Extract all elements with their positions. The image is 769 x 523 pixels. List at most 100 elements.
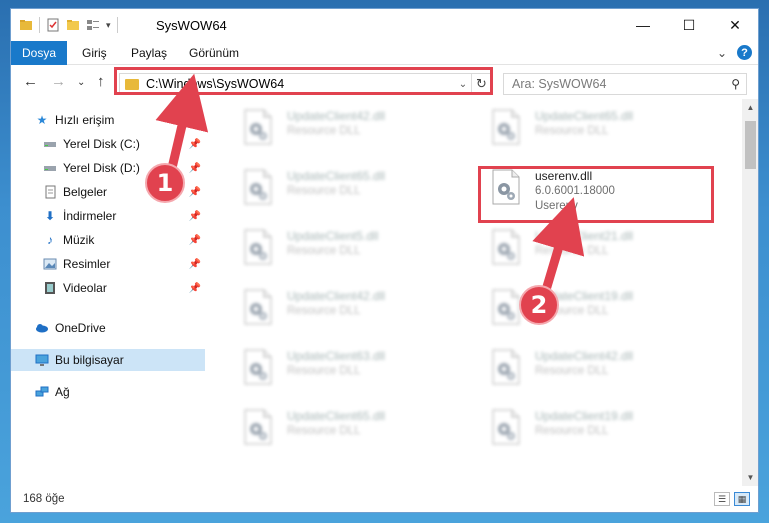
ribbon-right-controls: ⌄ ? — [717, 45, 752, 60]
sidebar-item-this-pc[interactable]: Bu bilgisayar — [11, 349, 205, 371]
sidebar-item-label: Yerel Disk (C:) — [63, 137, 140, 151]
computer-icon — [35, 354, 49, 366]
item-count: 168 öğe — [23, 493, 65, 505]
file-description: Resource DLL — [287, 305, 361, 317]
sidebar-item-downloads[interactable]: ⬇ İndirmeler 📌 — [11, 205, 205, 227]
file-description: Resource DLL — [287, 425, 361, 437]
network-icon — [35, 386, 49, 397]
ribbon-tabs: Dosya Giriş Paylaş Görünüm ⌄ ? — [11, 41, 758, 65]
file-item[interactable]: UpdateClient42.dll Resource DLL — [217, 103, 453, 153]
details-view-button[interactable]: ☰ — [714, 492, 730, 506]
dll-file-icon — [243, 169, 273, 205]
sidebar-item-label: Yerel Disk (D:) — [63, 161, 140, 175]
tab-home[interactable]: Giriş — [82, 46, 107, 60]
title-bar: ▾ SysWOW64 — ☐ ✕ — [11, 9, 758, 41]
dll-file-icon — [491, 289, 521, 325]
file-item[interactable]: UpdateClient19.dll Resource DLL — [465, 283, 701, 333]
file-name: UpdateClient63.dll — [287, 349, 386, 363]
file-item[interactable]: UpdateClient63.dll Resource DLL — [217, 343, 453, 393]
sidebar-item-label: Hızlı erişim — [55, 113, 115, 127]
sidebar-item-pictures[interactable]: Resimler 📌 — [11, 253, 205, 275]
search-icon: ⚲ — [731, 77, 740, 91]
properties-icon[interactable] — [46, 18, 60, 32]
scroll-down-button[interactable]: ▼ — [742, 469, 758, 486]
file-description: Resource DLL — [535, 365, 609, 377]
search-input[interactable]: Ara: SysWOW64 ⚲ — [503, 73, 747, 95]
dll-file-icon — [243, 409, 273, 445]
scroll-up-button[interactable]: ▲ — [742, 99, 758, 116]
cloud-icon — [36, 324, 48, 333]
file-item[interactable]: UpdateClient65.dll Resource DLL — [217, 403, 453, 453]
file-name: UpdateClient42.dll — [287, 109, 386, 123]
tab-view[interactable]: Görünüm — [189, 46, 239, 60]
pin-icon[interactable]: 📌 — [189, 211, 201, 222]
file-item[interactable]: UpdateClient21.dll Resource DLL — [465, 223, 701, 273]
close-button[interactable]: ✕ — [712, 9, 758, 41]
file-item[interactable]: UpdateClient65.dll Resource DLL — [217, 163, 453, 213]
pin-icon[interactable]: 📌 — [189, 187, 201, 198]
drive-icon — [44, 142, 56, 147]
step-badge-2: 2 — [519, 285, 559, 325]
file-description: Resource DLL — [535, 245, 609, 257]
tab-share[interactable]: Paylaş — [131, 46, 167, 60]
new-folder-icon[interactable] — [66, 18, 80, 32]
dll-file-icon — [491, 409, 521, 445]
file-description: Resource DLL — [287, 365, 361, 377]
pin-icon[interactable]: 📌 — [189, 163, 201, 174]
file-name: UpdateClient42.dll — [287, 289, 386, 303]
recent-locations-button[interactable]: ⌄ — [77, 77, 85, 88]
star-icon: ★ — [36, 113, 48, 127]
file-name: UpdateClient65.dll — [535, 109, 634, 123]
file-item[interactable]: UpdateClient5.dll Resource DLL — [217, 223, 453, 273]
dll-file-icon — [243, 349, 273, 385]
forward-button[interactable]: → — [51, 73, 66, 90]
file-description: Resource DLL — [287, 185, 361, 197]
step-badge-1: 1 — [145, 163, 185, 203]
dll-file-icon — [243, 109, 273, 145]
pin-icon[interactable]: 📌 — [189, 259, 201, 270]
sidebar-item-label: Videolar — [63, 281, 107, 295]
search-placeholder: Ara: SysWOW64 — [512, 77, 607, 91]
file-item[interactable]: UpdateClient42.dll Resource DLL — [217, 283, 453, 333]
file-name: UpdateClient65.dll — [287, 409, 386, 423]
sidebar-item-disk-c[interactable]: Yerel Disk (C:) 📌 — [11, 133, 205, 155]
minimize-button[interactable]: — — [620, 9, 666, 41]
sidebar-item-videos[interactable]: Videolar 📌 — [11, 277, 205, 299]
pin-icon[interactable]: 📌 — [189, 139, 201, 150]
up-button[interactable]: ↑ — [97, 73, 105, 90]
sidebar-item-label: Müzik — [63, 233, 95, 247]
dll-file-icon — [491, 349, 521, 385]
view-buttons: ☰ ▦ — [714, 492, 750, 506]
tiles-view-button[interactable]: ▦ — [734, 492, 750, 506]
help-icon[interactable]: ? — [737, 45, 752, 60]
view-options-icon[interactable] — [86, 18, 100, 32]
toolbar-divider — [39, 17, 40, 33]
dll-file-icon — [491, 109, 521, 145]
address-highlight-box — [114, 67, 493, 95]
vertical-scrollbar[interactable]: ▲ ▼ — [742, 99, 758, 486]
pin-icon[interactable]: 📌 — [189, 235, 201, 246]
expand-ribbon-icon[interactable]: ⌄ — [717, 46, 727, 60]
sidebar-item-quick-access[interactable]: ★ Hızlı erişim — [11, 109, 205, 131]
customize-toolbar-icon[interactable]: ▾ — [106, 20, 111, 31]
sidebar-item-music[interactable]: ♪ Müzik 📌 — [11, 229, 205, 251]
maximize-button[interactable]: ☐ — [666, 9, 712, 41]
file-description: Resource DLL — [287, 125, 361, 137]
file-item[interactable]: UpdateClient65.dll Resource DLL — [465, 103, 701, 153]
download-icon: ⬇ — [44, 209, 56, 223]
file-highlight-box — [478, 166, 714, 223]
sidebar-item-network[interactable]: Ağ — [11, 381, 205, 403]
tab-file[interactable]: Dosya — [11, 41, 67, 65]
window-title: SysWOW64 — [156, 18, 227, 33]
sidebar-item-onedrive[interactable]: OneDrive — [11, 317, 205, 339]
pin-icon[interactable]: 📌 — [189, 283, 201, 294]
sidebar-item-label: İndirmeler — [63, 209, 117, 223]
file-name: UpdateClient21.dll — [535, 229, 634, 243]
back-button[interactable]: ← — [23, 73, 38, 90]
scroll-thumb[interactable] — [745, 121, 756, 169]
file-description: Resource DLL — [287, 245, 361, 257]
file-item[interactable]: UpdateClient42.dll Resource DLL — [465, 343, 701, 393]
navigation-pane: ★ Hızlı erişim Yerel Disk (C:) 📌 Yerel D… — [11, 99, 205, 486]
sidebar-item-label: Bu bilgisayar — [55, 353, 124, 367]
file-item[interactable]: UpdateClient19.dll Resource DLL — [465, 403, 701, 453]
